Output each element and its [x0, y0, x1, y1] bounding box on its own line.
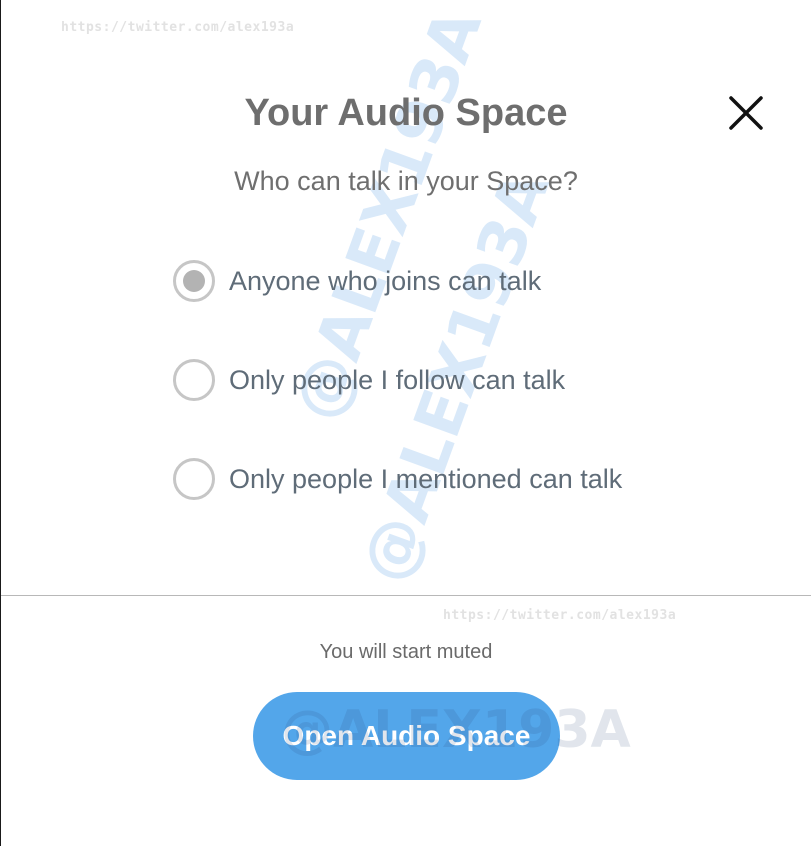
- watermark-url-bottom: https://twitter.com/alex193a: [443, 608, 677, 623]
- watermark-url-top: https://twitter.com/alex193a: [61, 20, 295, 35]
- open-audio-space-label: Open Audio Space: [282, 720, 531, 751]
- close-button[interactable]: [723, 90, 769, 136]
- divider: [1, 595, 811, 596]
- radio-button[interactable]: [173, 359, 215, 401]
- radio-dot: [183, 270, 205, 292]
- radio-button[interactable]: [173, 458, 215, 500]
- radio-button[interactable]: [173, 260, 215, 302]
- muted-hint: You will start muted: [319, 641, 493, 663]
- dialog-subtitle: Who can talk in your Space?: [234, 166, 578, 196]
- option-label: Anyone who joins can talk: [229, 265, 542, 296]
- open-audio-space-button[interactable]: Open Audio Space: [253, 692, 560, 780]
- option-people-i-follow[interactable]: Only people I follow can talk: [173, 359, 565, 401]
- audio-space-sheet: https://twitter.com/alex193a @ALEX193A @…: [0, 0, 811, 846]
- option-people-i-mentioned[interactable]: Only people I mentioned can talk: [173, 458, 622, 500]
- dialog-title: Your Audio Space: [244, 92, 568, 134]
- option-label: Only people I follow can talk: [229, 364, 566, 395]
- close-icon: [729, 96, 763, 130]
- option-anyone[interactable]: Anyone who joins can talk: [173, 260, 541, 302]
- option-label: Only people I mentioned can talk: [229, 463, 623, 494]
